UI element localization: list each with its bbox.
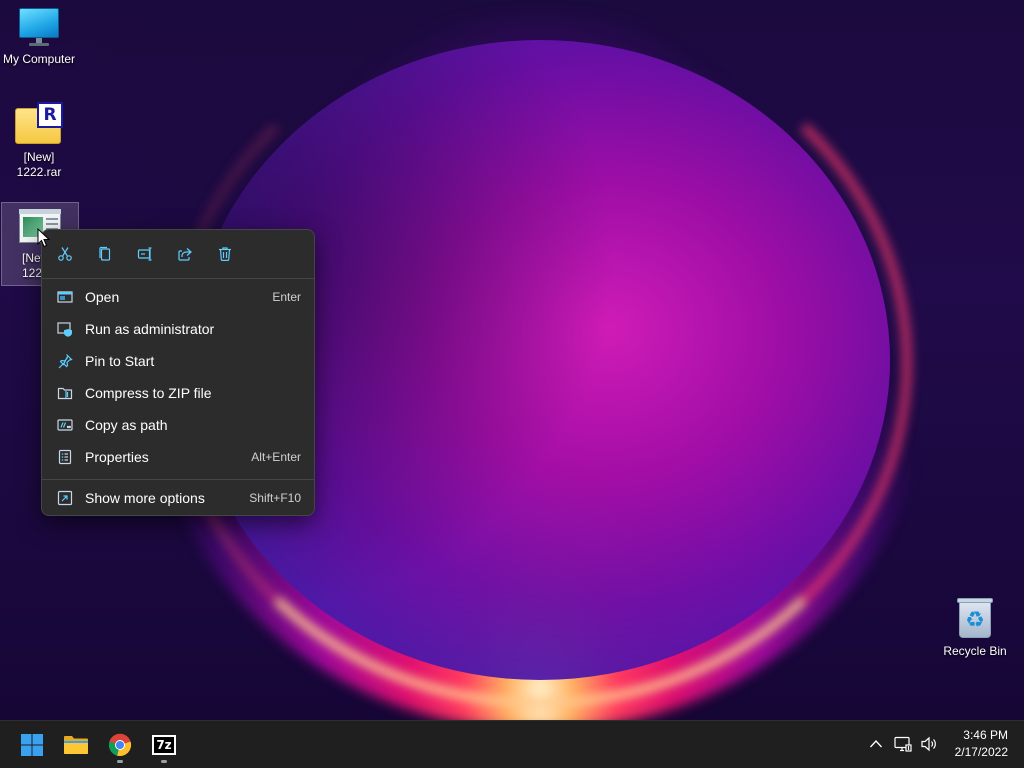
menu-item-open[interactable]: Open Enter <box>48 282 310 312</box>
rename-icon <box>137 247 152 261</box>
running-indicator <box>161 760 167 763</box>
open-window-icon <box>57 289 73 305</box>
menu-divider <box>42 479 314 480</box>
desktop-icon-rar-file[interactable]: R [New] 1222.rar <box>0 102 78 188</box>
zip-folder-icon <box>57 385 73 401</box>
network-tray-button[interactable] <box>892 733 914 755</box>
menu-item-label: Run as administrator <box>85 321 215 337</box>
network-icon <box>894 736 912 752</box>
menu-item-copy-as-path[interactable]: Copy as path <box>48 410 310 440</box>
trash-icon <box>219 247 231 262</box>
menu-item-show-more-options[interactable]: Show more options Shift+F10 <box>48 483 310 513</box>
path-icon <box>57 417 73 433</box>
more-options-icon <box>57 490 73 506</box>
menu-item-shortcut: Alt+Enter <box>251 450 301 464</box>
taskbar-chrome[interactable] <box>100 725 140 765</box>
menu-item-compress-to-zip[interactable]: Compress to ZIP file <box>48 378 310 408</box>
properties-icon <box>57 449 73 465</box>
menu-item-label: Compress to ZIP file <box>85 385 212 401</box>
pin-icon <box>57 353 73 369</box>
menu-item-run-as-administrator[interactable]: Run as administrator <box>48 314 310 344</box>
delete-button[interactable] <box>211 242 239 266</box>
menu-item-properties[interactable]: Properties Alt+Enter <box>48 442 310 472</box>
menu-item-shortcut: Enter <box>272 290 301 304</box>
taskbar-clock[interactable]: 3:46 PM 2/17/2022 <box>938 727 1008 761</box>
share-icon <box>178 248 192 261</box>
share-button[interactable] <box>171 242 199 266</box>
menu-item-label: Pin to Start <box>85 353 155 369</box>
recycle-bin-icon: ♻ <box>956 596 994 640</box>
rar-archive-icon: R <box>15 102 63 146</box>
menu-item-pin-to-start[interactable]: Pin to Start <box>48 346 310 376</box>
menu-divider <box>42 278 314 279</box>
copy-button[interactable] <box>91 242 119 266</box>
scissors-icon <box>58 247 72 261</box>
rename-button[interactable] <box>131 242 159 266</box>
chrome-icon <box>108 733 132 757</box>
taskbar-7zip[interactable]: 7z <box>144 725 184 765</box>
desktop-icon-my-computer[interactable]: My Computer <box>0 8 78 76</box>
menu-item-label: Open <box>85 289 120 305</box>
show-hidden-icons-button[interactable] <box>865 733 887 755</box>
clock-date: 2/17/2022 <box>954 745 1008 759</box>
volume-icon <box>921 736 936 752</box>
taskbar: 7z 3:46 PM 2/17/2022 <box>0 720 1024 768</box>
clock-time: 3:46 PM <box>963 728 1008 742</box>
volume-tray-button[interactable] <box>918 733 940 755</box>
menu-item-label: Properties <box>85 449 149 465</box>
chevron-up-icon <box>870 740 882 748</box>
desktop-icon-label: My Computer <box>2 52 76 66</box>
context-menu-toolbar <box>42 230 314 278</box>
running-indicator <box>117 760 123 763</box>
shield-icon <box>57 321 73 337</box>
desktop-icon-label: Recycle Bin <box>943 644 1007 658</box>
context-menu: Open Enter Run as administrator Pin to S… <box>41 229 315 516</box>
desktop-icon-label: [New] 1222.rar <box>16 150 62 179</box>
folder-icon <box>64 736 88 754</box>
monitor-icon <box>18 8 60 48</box>
taskbar-file-explorer[interactable] <box>56 725 96 765</box>
menu-item-label: Show more options <box>85 490 205 506</box>
desktop-icon-recycle-bin[interactable]: ♻ Recycle Bin <box>938 596 1012 662</box>
windows-start-icon <box>21 734 43 756</box>
cut-button[interactable] <box>51 242 79 266</box>
start-button[interactable] <box>12 725 52 765</box>
mouse-cursor-icon <box>37 228 51 248</box>
menu-item-label: Copy as path <box>85 417 168 433</box>
menu-item-shortcut: Shift+F10 <box>249 491 301 505</box>
sevenzip-icon: 7z <box>152 735 176 755</box>
copy-icon <box>99 246 111 261</box>
